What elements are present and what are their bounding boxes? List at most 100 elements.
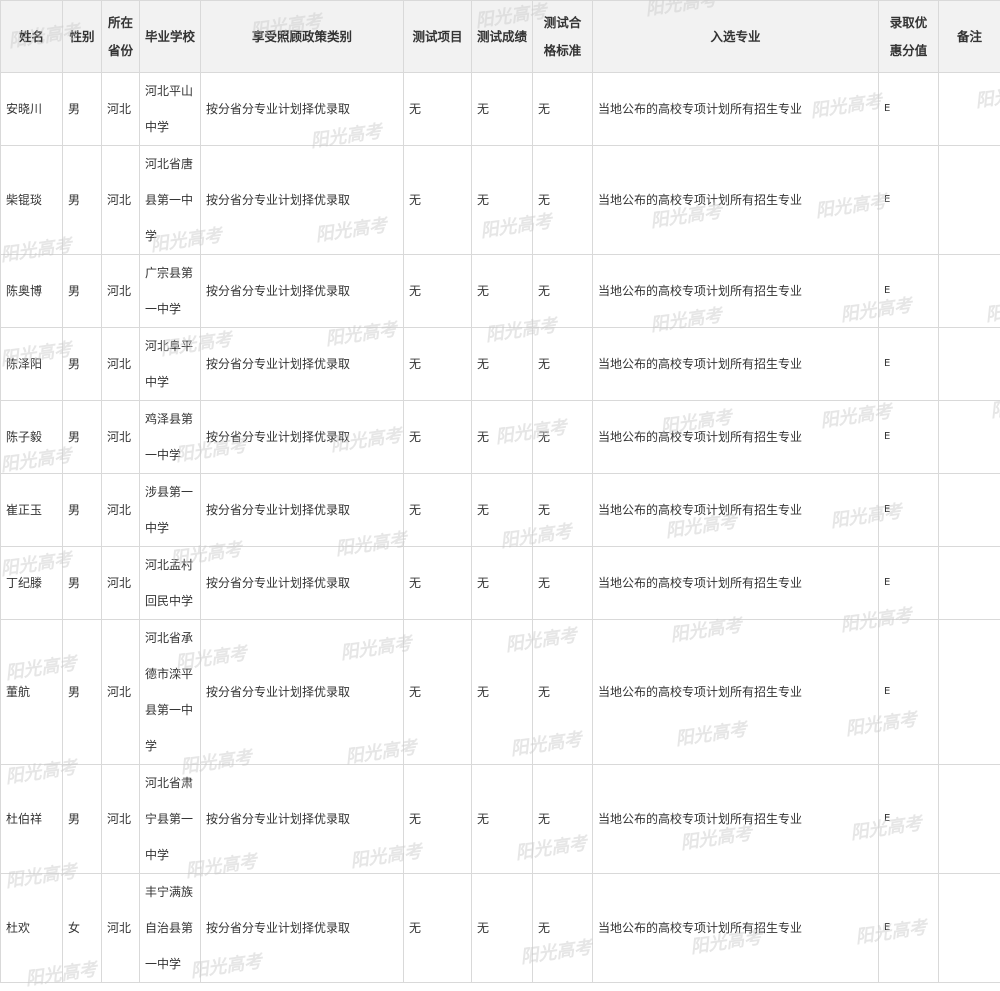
- table-row: 杜欢女河北丰宁满族自治县第一中学按分省分专业计划择优录取无无无当地公布的高校专项…: [1, 874, 1000, 983]
- cell-test-standard: 无: [533, 765, 593, 874]
- cell-province: 河北: [102, 328, 140, 401]
- table-row: 陈奥博男河北广宗县第一中学按分省分专业计划择优录取无无无当地公布的高校专项计划所…: [1, 255, 1000, 328]
- cell-name: 崔正玉: [1, 474, 63, 547]
- cell-bonus: E: [879, 547, 939, 620]
- cell-remark: [939, 255, 1000, 328]
- admission-table: 姓名 性别 所在省份 毕业学校 享受照顾政策类别 测试项目 测试成绩 测试合格标…: [0, 0, 1000, 983]
- cell-gender: 男: [63, 328, 102, 401]
- cell-bonus: E: [879, 328, 939, 401]
- cell-name: 董航: [1, 620, 63, 765]
- cell-major: 当地公布的高校专项计划所有招生专业: [593, 255, 879, 328]
- cell-policy: 按分省分专业计划择优录取: [201, 73, 404, 146]
- cell-province: 河北: [102, 255, 140, 328]
- cell-policy: 按分省分专业计划择优录取: [201, 474, 404, 547]
- cell-gender: 女: [63, 874, 102, 983]
- cell-province: 河北: [102, 620, 140, 765]
- cell-province: 河北: [102, 874, 140, 983]
- cell-test-standard: 无: [533, 401, 593, 474]
- cell-bonus: E: [879, 146, 939, 255]
- cell-test-score: 无: [472, 474, 533, 547]
- cell-gender: 男: [63, 255, 102, 328]
- cell-gender: 男: [63, 73, 102, 146]
- cell-gender: 男: [63, 146, 102, 255]
- table-row: 杜伯祥男河北河北省肃宁县第一中学按分省分专业计划择优录取无无无当地公布的高校专项…: [1, 765, 1000, 874]
- cell-remark: [939, 765, 1000, 874]
- header-test-standard: 测试合格标准: [533, 1, 593, 73]
- cell-remark: [939, 474, 1000, 547]
- cell-major: 当地公布的高校专项计划所有招生专业: [593, 765, 879, 874]
- cell-remark: [939, 620, 1000, 765]
- cell-remark: [939, 547, 1000, 620]
- cell-policy: 按分省分专业计划择优录取: [201, 547, 404, 620]
- cell-policy: 按分省分专业计划择优录取: [201, 401, 404, 474]
- cell-province: 河北: [102, 474, 140, 547]
- header-remark: 备注: [939, 1, 1000, 73]
- cell-province: 河北: [102, 401, 140, 474]
- cell-school: 河北孟村回民中学: [140, 547, 201, 620]
- cell-bonus: E: [879, 765, 939, 874]
- cell-test-score: 无: [472, 255, 533, 328]
- cell-name: 安晓川: [1, 73, 63, 146]
- cell-school: 河北省肃宁县第一中学: [140, 765, 201, 874]
- header-province: 所在省份: [102, 1, 140, 73]
- cell-remark: [939, 874, 1000, 983]
- cell-school: 涉县第一中学: [140, 474, 201, 547]
- table-row: 柴锟琰男河北河北省唐县第一中学按分省分专业计划择优录取无无无当地公布的高校专项计…: [1, 146, 1000, 255]
- cell-test-item: 无: [404, 547, 472, 620]
- header-test-item: 测试项目: [404, 1, 472, 73]
- cell-major: 当地公布的高校专项计划所有招生专业: [593, 73, 879, 146]
- cell-bonus: E: [879, 73, 939, 146]
- header-school: 毕业学校: [140, 1, 201, 73]
- cell-test-item: 无: [404, 620, 472, 765]
- cell-major: 当地公布的高校专项计划所有招生专业: [593, 146, 879, 255]
- cell-test-standard: 无: [533, 547, 593, 620]
- cell-school: 河北平山中学: [140, 73, 201, 146]
- cell-bonus: E: [879, 255, 939, 328]
- cell-gender: 男: [63, 547, 102, 620]
- cell-major: 当地公布的高校专项计划所有招生专业: [593, 401, 879, 474]
- cell-test-score: 无: [472, 73, 533, 146]
- cell-name: 陈泽阳: [1, 328, 63, 401]
- cell-test-score: 无: [472, 765, 533, 874]
- cell-test-score: 无: [472, 328, 533, 401]
- cell-name: 柴锟琰: [1, 146, 63, 255]
- table-row: 陈子毅男河北鸡泽县第一中学按分省分专业计划择优录取无无无当地公布的高校专项计划所…: [1, 401, 1000, 474]
- cell-test-item: 无: [404, 401, 472, 474]
- cell-test-score: 无: [472, 401, 533, 474]
- cell-province: 河北: [102, 547, 140, 620]
- cell-policy: 按分省分专业计划择优录取: [201, 620, 404, 765]
- header-row: 姓名 性别 所在省份 毕业学校 享受照顾政策类别 测试项目 测试成绩 测试合格标…: [1, 1, 1000, 73]
- cell-gender: 男: [63, 474, 102, 547]
- cell-test-score: 无: [472, 620, 533, 765]
- cell-policy: 按分省分专业计划择优录取: [201, 146, 404, 255]
- cell-bonus: E: [879, 874, 939, 983]
- header-test-score: 测试成绩: [472, 1, 533, 73]
- table-row: 崔正玉男河北涉县第一中学按分省分专业计划择优录取无无无当地公布的高校专项计划所有…: [1, 474, 1000, 547]
- cell-bonus: E: [879, 620, 939, 765]
- cell-test-item: 无: [404, 328, 472, 401]
- header-gender: 性别: [63, 1, 102, 73]
- cell-test-standard: 无: [533, 620, 593, 765]
- cell-remark: [939, 401, 1000, 474]
- cell-policy: 按分省分专业计划择优录取: [201, 765, 404, 874]
- cell-name: 杜伯祥: [1, 765, 63, 874]
- cell-policy: 按分省分专业计划择优录取: [201, 328, 404, 401]
- cell-test-standard: 无: [533, 255, 593, 328]
- cell-name: 丁纪滕: [1, 547, 63, 620]
- cell-school: 丰宁满族自治县第一中学: [140, 874, 201, 983]
- cell-school: 河北阜平中学: [140, 328, 201, 401]
- cell-province: 河北: [102, 146, 140, 255]
- cell-test-standard: 无: [533, 328, 593, 401]
- cell-school: 鸡泽县第一中学: [140, 401, 201, 474]
- cell-bonus: E: [879, 401, 939, 474]
- cell-province: 河北: [102, 73, 140, 146]
- cell-name: 杜欢: [1, 874, 63, 983]
- cell-test-standard: 无: [533, 874, 593, 983]
- cell-remark: [939, 73, 1000, 146]
- cell-test-item: 无: [404, 765, 472, 874]
- cell-major: 当地公布的高校专项计划所有招生专业: [593, 474, 879, 547]
- header-major: 入选专业: [593, 1, 879, 73]
- cell-gender: 男: [63, 401, 102, 474]
- cell-test-score: 无: [472, 547, 533, 620]
- table-row: 丁纪滕男河北河北孟村回民中学按分省分专业计划择优录取无无无当地公布的高校专项计划…: [1, 547, 1000, 620]
